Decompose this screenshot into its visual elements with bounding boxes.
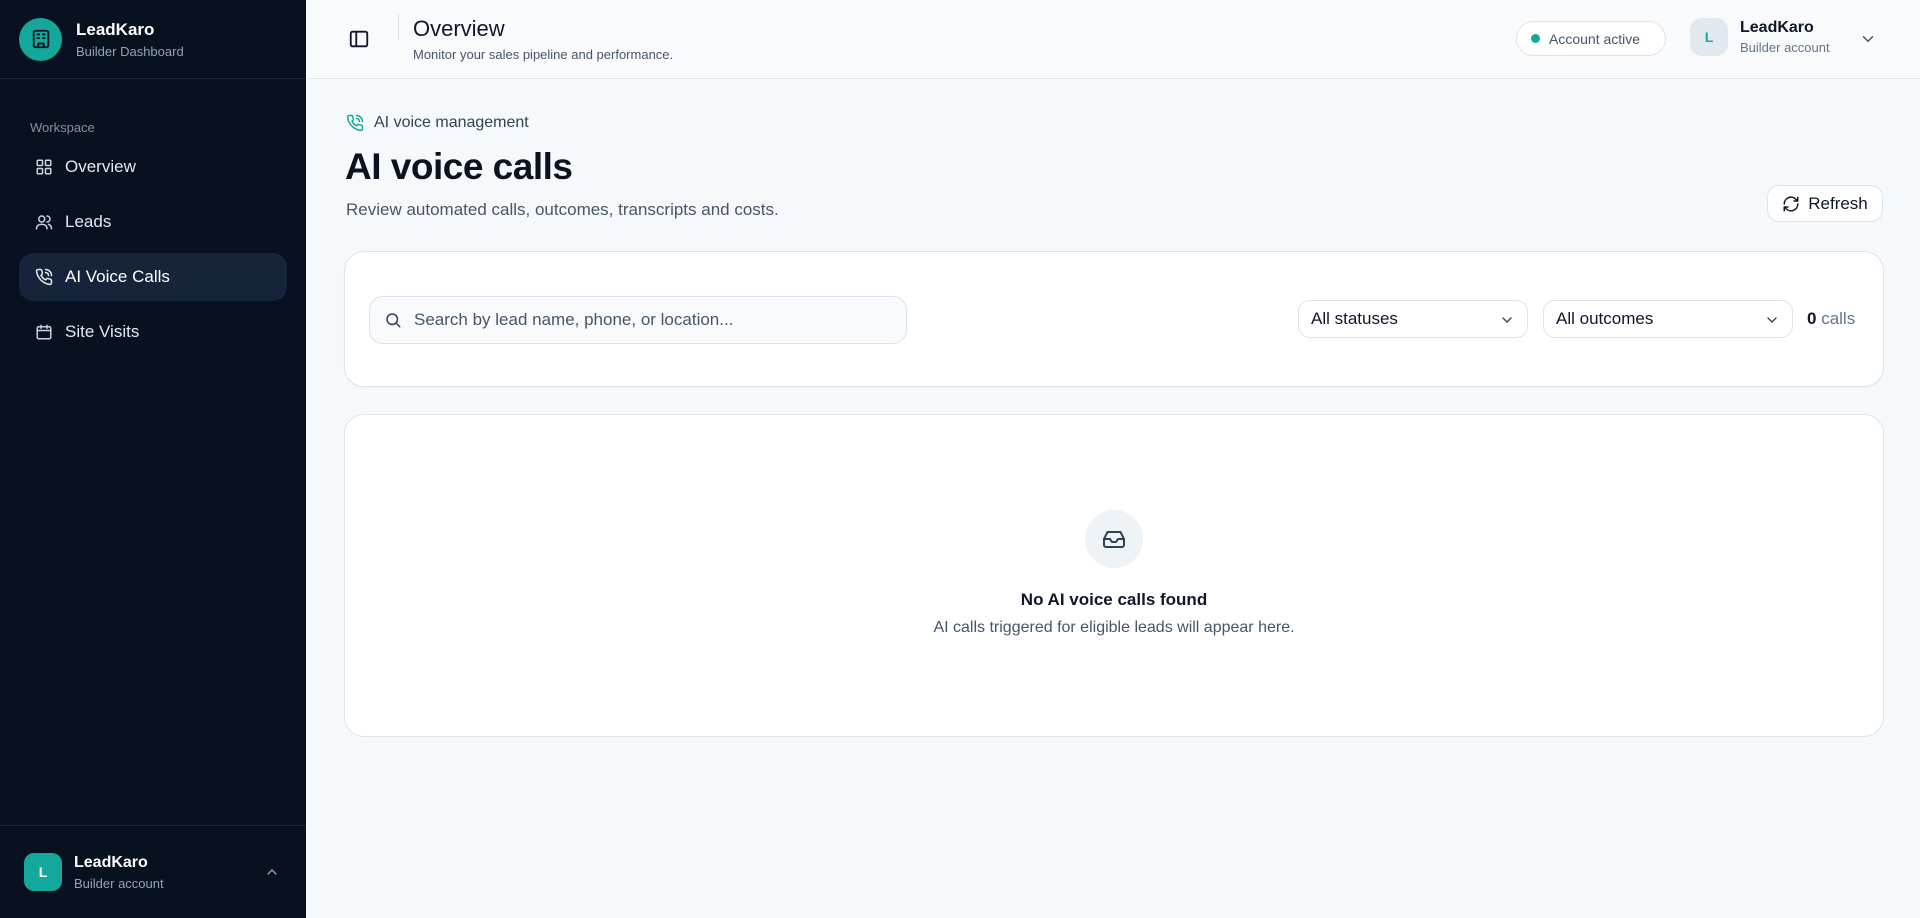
chevron-down-icon[interactable] — [1859, 30, 1877, 48]
outcome-filter-select[interactable]: All outcomes — [1543, 300, 1793, 338]
phone-call-icon — [346, 114, 364, 132]
status-text: Account active — [1549, 30, 1641, 47]
header-subtitle: Monitor your sales pipeline and performa… — [413, 47, 674, 62]
status-dot-icon — [1531, 34, 1540, 43]
top-header: Overview Monitor your sales pipeline and… — [306, 0, 1920, 79]
breadcrumb-label: AI voice management — [374, 114, 529, 131]
page-title: AI voice calls — [345, 146, 573, 187]
calls-count-value: 0 — [1807, 309, 1817, 328]
sidebar-item-label: Overview — [65, 157, 136, 176]
sidebar-item-overview[interactable]: Overview — [19, 143, 287, 191]
avatar: L — [24, 853, 62, 891]
account-name: LeadKaro — [1740, 19, 1814, 36]
users-icon — [34, 212, 54, 232]
grid-icon — [34, 157, 54, 177]
brand-name: LeadKaro — [76, 19, 155, 39]
sidebar-item-ai-voice-calls[interactable]: AI Voice Calls — [19, 253, 287, 301]
sidebar-item-leads[interactable]: Leads — [19, 198, 287, 246]
refresh-icon — [1783, 195, 1799, 212]
empty-state-card: No AI voice calls found AI calls trigger… — [344, 414, 1884, 737]
building-icon — [19, 17, 62, 61]
search-icon — [386, 313, 401, 328]
user-name: LeadKaro — [74, 853, 148, 871]
refresh-label: Refresh — [1808, 193, 1868, 213]
status-filter-value: All statuses — [1311, 309, 1398, 328]
sidebar-nav: Overview Leads AI Voice Calls Site Visit… — [19, 143, 287, 363]
phone-call-icon — [34, 267, 54, 287]
sidebar-item-site-visits[interactable]: Site Visits — [19, 308, 287, 356]
chevron-down-icon — [1767, 317, 1777, 323]
calls-count: 0 calls — [1807, 309, 1855, 329]
chevron-up-icon — [267, 869, 277, 875]
sidebar-item-label: AI Voice Calls — [65, 267, 170, 286]
sidebar: LeadKaro Builder Dashboard Workspace Ove… — [0, 0, 306, 918]
inbox-icon — [1085, 510, 1143, 568]
workspace-label: Workspace — [30, 120, 95, 135]
user-role: Builder account — [74, 875, 164, 891]
account-role: Builder account — [1740, 40, 1830, 55]
brand-subtitle: Builder Dashboard — [76, 43, 184, 59]
brand[interactable]: LeadKaro Builder Dashboard — [0, 0, 306, 79]
refresh-button[interactable]: Refresh — [1767, 185, 1883, 222]
search-box[interactable] — [369, 296, 907, 344]
filter-card: All statuses All outcomes 0 calls — [344, 251, 1884, 387]
sidebar-item-label: Leads — [65, 212, 112, 231]
sidebar-toggle-icon[interactable] — [348, 28, 370, 50]
empty-state-title: No AI voice calls found — [1020, 590, 1208, 609]
chevron-down-icon — [1502, 317, 1512, 323]
outcome-filter-value: All outcomes — [1556, 309, 1654, 328]
status-filter-select[interactable]: All statuses — [1298, 300, 1528, 338]
calendar-icon — [34, 322, 54, 342]
sidebar-user-menu[interactable]: L LeadKaro Builder account — [0, 825, 306, 918]
breadcrumb: AI voice management — [346, 114, 529, 132]
header-divider — [398, 14, 399, 40]
avatar: L — [1690, 18, 1728, 56]
empty-state-subtitle: AI calls triggered for eligible leads wi… — [933, 619, 1295, 636]
sidebar-item-label: Site Visits — [65, 322, 140, 341]
page-subtitle: Review automated calls, outcomes, transc… — [346, 200, 779, 219]
status-badge: Account active — [1516, 21, 1666, 56]
calls-count-unit: calls — [1821, 309, 1856, 328]
header-title: Overview — [413, 16, 505, 41]
account-menu[interactable]: L LeadKaro Builder account — [1690, 18, 1830, 56]
search-input[interactable] — [414, 310, 894, 330]
